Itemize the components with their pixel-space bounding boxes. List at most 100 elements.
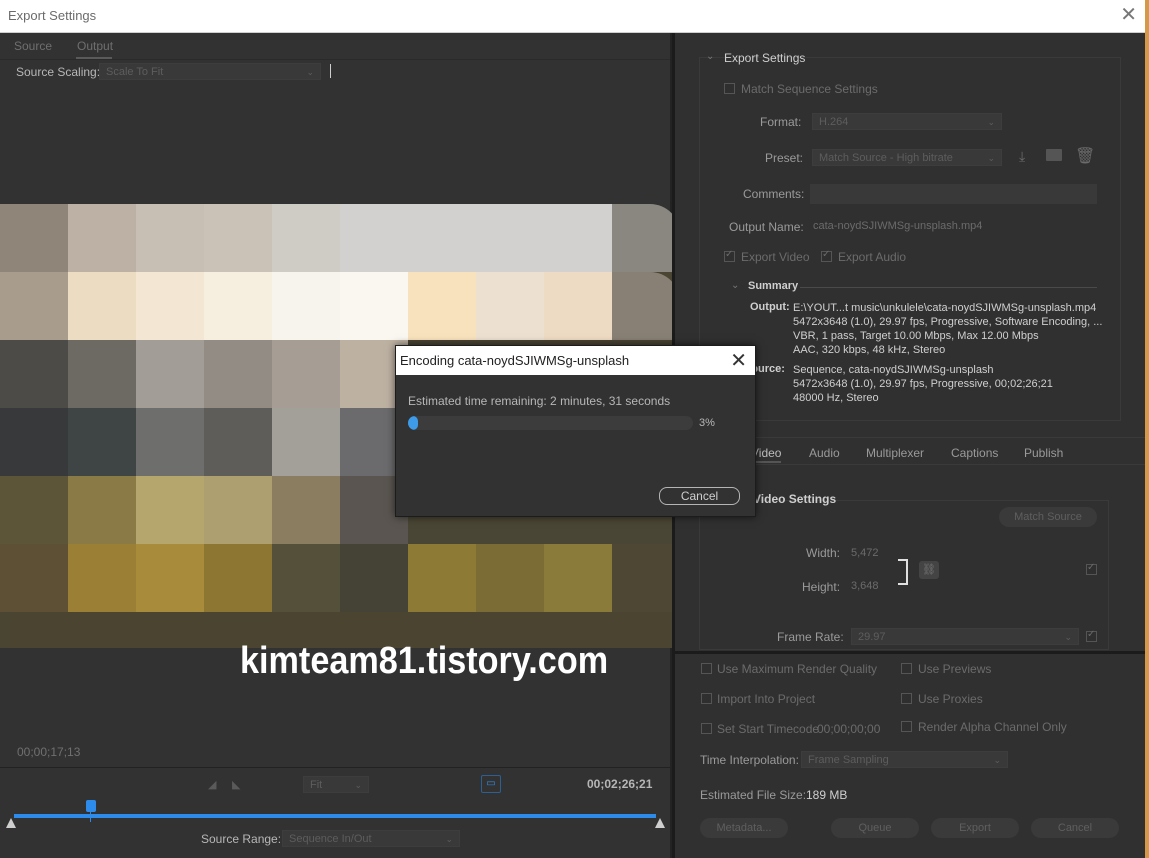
start-timecode-value[interactable]: 00;00;00;00 xyxy=(817,722,880,736)
width-height-checkbox[interactable] xyxy=(1086,562,1097,575)
summary-divider xyxy=(800,287,1097,288)
source-range-value: Sequence In/Out xyxy=(289,833,372,845)
pixel-tile xyxy=(272,476,340,544)
match-sequence-label: Match Sequence Settings xyxy=(741,82,878,96)
height-value[interactable]: 3,648 xyxy=(851,580,879,592)
tab-publish[interactable]: Publish xyxy=(1024,446,1063,460)
import-project-checkbox[interactable] xyxy=(701,693,712,704)
tab-multiplexer[interactable]: Multiplexer xyxy=(866,446,924,460)
frame-rate-checkbox[interactable] xyxy=(1086,629,1097,642)
format-label: Format: xyxy=(760,115,802,129)
close-icon[interactable]: ✕ xyxy=(1120,4,1137,26)
save-preset-icon[interactable]: ⤓ xyxy=(1019,148,1025,165)
max-render-label: Use Maximum Render Quality xyxy=(717,662,878,676)
render-alpha-checkbox[interactable] xyxy=(901,721,912,732)
source-range-label: Source Range: xyxy=(201,832,282,846)
progress-percent: 3% xyxy=(699,417,715,429)
pixel-tile xyxy=(204,544,272,612)
pixel-tile xyxy=(68,476,136,544)
match-source-button[interactable]: Match Source xyxy=(999,507,1097,527)
pixel-tile xyxy=(272,204,340,272)
preset-dropdown[interactable]: Match Source - High bitrate ⌄ xyxy=(812,149,1002,166)
time-interp-dropdown[interactable]: Frame Sampling ⌄ xyxy=(801,751,1008,768)
encoding-dialog: Encoding cata-noydSJIWMSg-unsplash ✕ Est… xyxy=(395,345,756,517)
pixel-tile xyxy=(136,340,204,408)
link-dimensions-icon[interactable]: ⛓ xyxy=(919,561,939,579)
delete-preset-icon[interactable]: 🗑 xyxy=(1075,146,1095,166)
preset-label: Preset: xyxy=(765,151,804,165)
pixel-tile xyxy=(136,272,204,340)
use-previews-checkbox[interactable] xyxy=(901,663,912,674)
export-button[interactable]: Export xyxy=(931,818,1019,838)
pixel-tile xyxy=(340,272,408,340)
format-value: H.264 xyxy=(819,116,849,128)
encoding-progress-fill xyxy=(408,416,418,430)
source-range-dropdown[interactable]: Sequence In/Out ⌄ xyxy=(282,830,460,847)
tab-output[interactable]: Output xyxy=(77,39,113,53)
chevron-down-icon: ⌄ xyxy=(354,780,362,790)
tab-source[interactable]: Source xyxy=(14,39,52,53)
start-timecode-checkbox[interactable] xyxy=(701,723,712,734)
source-scaling-value: Scale To Fit xyxy=(106,66,164,78)
in-point-marker[interactable] xyxy=(6,818,16,828)
pixel-tile xyxy=(68,544,136,612)
collapse-chevron-icon[interactable]: ⌄ xyxy=(706,51,714,62)
pixel-tile xyxy=(68,204,136,272)
zoom-fit-dropdown[interactable]: Fit ⌄ xyxy=(303,776,369,793)
export-audio-checkbox[interactable] xyxy=(821,249,832,262)
pixel-tile xyxy=(340,544,408,612)
tab-captions[interactable]: Captions xyxy=(951,446,998,460)
watermark-text: kimteam81.tistory.com xyxy=(240,640,609,682)
pixel-tile xyxy=(204,272,272,340)
source-scaling-dropdown[interactable]: Scale To Fit ⌄ xyxy=(99,63,321,80)
height-label: Height: xyxy=(802,580,841,594)
format-dropdown[interactable]: H.264 ⌄ xyxy=(812,113,1002,130)
timeline-track[interactable] xyxy=(14,814,656,818)
use-proxies-label: Use Proxies xyxy=(918,692,983,706)
playhead-handle[interactable] xyxy=(86,800,96,812)
timeline-divider xyxy=(0,767,670,768)
export-video-checkbox[interactable] xyxy=(724,249,735,262)
frame-rate-dropdown[interactable]: 29.97 ⌄ xyxy=(851,628,1079,645)
export-audio-label: Export Audio xyxy=(838,250,907,264)
summary-output-line: VBR, 1 pass, Target 10.00 Mbps, Max 12.0… xyxy=(793,330,1039,342)
out-point-marker[interactable] xyxy=(655,818,665,828)
pixel-tile xyxy=(612,544,680,612)
tab-audio[interactable]: Audio xyxy=(809,446,840,460)
max-render-checkbox[interactable] xyxy=(701,663,712,674)
pixel-tile xyxy=(476,544,544,612)
comments-field[interactable] xyxy=(810,184,1097,204)
encoding-cancel-button[interactable]: Cancel xyxy=(659,487,740,505)
mark-out-icon[interactable]: ◣ xyxy=(232,778,240,791)
summary-source-lines: Sequence, cata-noydSJIWMSg-unsplash 5472… xyxy=(793,363,1053,405)
summary-collapse-icon[interactable]: ⌄ xyxy=(731,280,739,291)
close-icon[interactable]: ✕ xyxy=(730,348,747,373)
pixel-tile xyxy=(136,544,204,612)
pixel-tile xyxy=(136,204,204,272)
match-sequence-checkbox[interactable] xyxy=(724,83,735,94)
pixel-tile xyxy=(0,476,68,544)
chevron-down-icon: ⌄ xyxy=(987,117,995,127)
zoom-fit-value: Fit xyxy=(310,779,323,791)
output-name-link[interactable]: cata-noydSJIWMSg-unsplash.mp4 xyxy=(813,220,982,232)
pixel-tile xyxy=(204,476,272,544)
aspect-ratio-icon[interactable]: ▭ xyxy=(481,775,501,793)
pixel-tile xyxy=(68,340,136,408)
current-timecode[interactable]: 00;00;17;13 xyxy=(17,745,80,759)
chevron-down-icon: ⌄ xyxy=(1064,632,1072,642)
metadata-button[interactable]: Metadata... xyxy=(700,818,788,838)
import-preset-icon[interactable] xyxy=(1046,149,1062,161)
file-size-label: Estimated File Size: xyxy=(700,788,807,802)
use-proxies-checkbox[interactable] xyxy=(901,693,912,704)
link-bracket xyxy=(898,559,908,585)
queue-button[interactable]: Queue xyxy=(831,818,919,838)
pixel-tile xyxy=(612,272,680,340)
mark-in-icon[interactable]: ◢ xyxy=(208,778,216,791)
pixel-tile xyxy=(0,272,68,340)
pixel-tile xyxy=(612,204,680,272)
width-value[interactable]: 5,472 xyxy=(851,547,879,559)
pixel-tile xyxy=(408,544,476,612)
pixel-tile xyxy=(272,408,340,476)
cancel-button[interactable]: Cancel xyxy=(1031,818,1119,838)
use-previews-label: Use Previews xyxy=(918,662,992,676)
